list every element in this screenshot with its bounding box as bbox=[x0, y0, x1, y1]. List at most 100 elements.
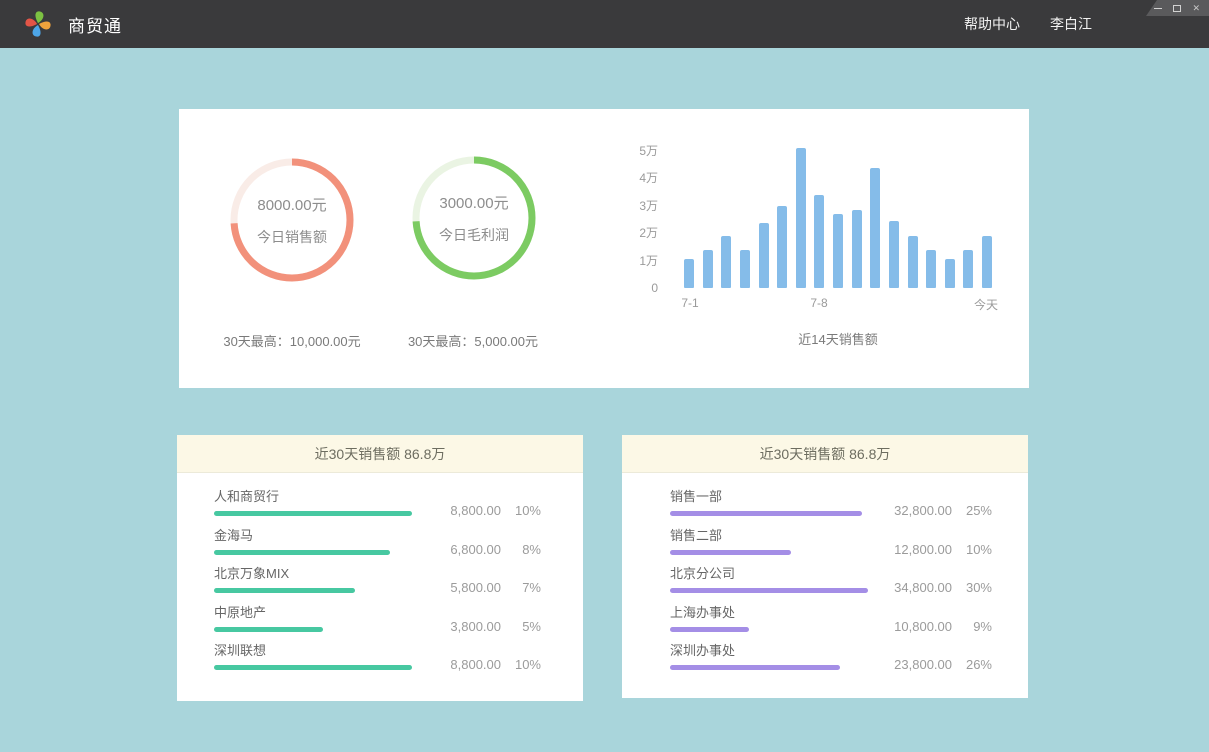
sales-bar-chart: 5万4万3万2万1万0 7-17-8今天 近14天销售额 bbox=[684, 147, 992, 288]
row-name: 上海办事处 bbox=[670, 606, 992, 620]
amount-value: 8,800.00 bbox=[429, 503, 501, 518]
percent-value: 8% bbox=[501, 542, 541, 557]
amount-value: 12,800.00 bbox=[880, 542, 952, 557]
minimize-icon[interactable] bbox=[1154, 8, 1162, 9]
y-tick: 1万 bbox=[624, 253, 658, 269]
row-name: 销售一部 bbox=[670, 490, 992, 504]
close-icon[interactable]: ✕ bbox=[1192, 4, 1200, 13]
percent-value: 9% bbox=[952, 619, 992, 634]
list-item: 中原地产3,800.005% bbox=[214, 606, 541, 645]
progress-bar bbox=[214, 511, 412, 516]
bar bbox=[796, 148, 806, 288]
progress-bar bbox=[670, 550, 791, 555]
today-profit-value: 3000.00元 bbox=[439, 192, 508, 213]
percent-value: 7% bbox=[501, 580, 541, 595]
bar bbox=[684, 259, 694, 288]
panel-title: 近30天销售额 86.8万 bbox=[177, 435, 583, 473]
panel-body: 人和商贸行8,800.0010%金海马6,800.008%北京万象MIX5,80… bbox=[177, 473, 583, 683]
bar bbox=[814, 195, 824, 289]
list-item: 销售一部32,800.0025% bbox=[670, 490, 992, 529]
bar bbox=[740, 250, 750, 289]
chart-title: 近14天销售额 bbox=[684, 329, 992, 348]
amount-value: 3,800.00 bbox=[429, 619, 501, 634]
today-profit-donut: 3000.00元 今日毛利润 bbox=[412, 156, 536, 280]
y-axis: 5万4万3万2万1万0 bbox=[624, 147, 670, 288]
bar bbox=[759, 223, 769, 288]
amount-value: 32,800.00 bbox=[880, 503, 952, 518]
list-item: 深圳办事处23,800.0026% bbox=[670, 644, 992, 683]
bar bbox=[908, 236, 918, 288]
progress-bar bbox=[670, 511, 862, 516]
bar bbox=[777, 206, 787, 289]
progress-bar bbox=[670, 588, 868, 593]
row-name: 金海马 bbox=[214, 529, 541, 543]
progress-bar bbox=[214, 588, 355, 593]
list-item: 人和商贸行8,800.0010% bbox=[214, 490, 541, 529]
percent-value: 25% bbox=[952, 503, 992, 518]
list-item: 北京万象MIX5,800.007% bbox=[214, 567, 541, 606]
row-name: 销售二部 bbox=[670, 529, 992, 543]
amount-value: 6,800.00 bbox=[429, 542, 501, 557]
x-tick: 今天 bbox=[974, 296, 998, 313]
bar bbox=[889, 221, 899, 288]
percent-value: 10% bbox=[501, 503, 541, 518]
list-item: 销售二部12,800.0010% bbox=[670, 529, 992, 568]
profit-30day-max: 30天最高：5,000.00元 bbox=[353, 331, 593, 350]
percent-value: 26% bbox=[952, 657, 992, 672]
list-item: 深圳联想8,800.0010% bbox=[214, 644, 541, 683]
bar bbox=[982, 236, 992, 288]
panel-body: 销售一部32,800.0025%销售二部12,800.0010%北京分公司34,… bbox=[622, 473, 1028, 683]
user-name-link[interactable]: 李白江 bbox=[1050, 14, 1092, 34]
amount-value: 10,800.00 bbox=[880, 619, 952, 634]
customers-sales-panel: 近30天销售额 86.8万 人和商贸行8,800.0010%金海马6,800.0… bbox=[177, 435, 583, 701]
x-tick: 7-1 bbox=[681, 296, 698, 310]
bar bbox=[721, 236, 731, 288]
row-name: 北京分公司 bbox=[670, 567, 992, 581]
bar bbox=[963, 250, 973, 289]
y-tick: 0 bbox=[624, 280, 658, 296]
bar-chart-plot bbox=[684, 147, 992, 288]
bar bbox=[833, 214, 843, 288]
today-sales-label: 今日销售额 bbox=[257, 227, 327, 247]
today-profit-label: 今日毛利润 bbox=[439, 225, 509, 245]
bar bbox=[852, 210, 862, 288]
row-name: 中原地产 bbox=[214, 606, 541, 620]
y-tick: 4万 bbox=[624, 170, 658, 186]
progress-bar bbox=[214, 550, 390, 555]
today-sales-donut: 8000.00元 今日销售额 bbox=[230, 158, 354, 282]
amount-value: 34,800.00 bbox=[880, 580, 952, 595]
amount-value: 23,800.00 bbox=[880, 657, 952, 672]
list-item: 金海马6,800.008% bbox=[214, 529, 541, 568]
bar bbox=[926, 250, 936, 289]
progress-bar bbox=[214, 627, 323, 632]
percent-value: 30% bbox=[952, 580, 992, 595]
row-name: 深圳联想 bbox=[214, 644, 541, 658]
y-tick: 2万 bbox=[624, 225, 658, 241]
summary-card: 8000.00元 今日销售额 3000.00元 今日毛利润 30天最高：10,0… bbox=[179, 109, 1029, 388]
bar bbox=[945, 259, 955, 288]
list-item: 上海办事处10,800.009% bbox=[670, 606, 992, 645]
x-tick: 7-8 bbox=[810, 296, 827, 310]
panel-title: 近30天销售额 86.8万 bbox=[622, 435, 1028, 473]
progress-bar bbox=[214, 665, 412, 670]
x-axis: 7-17-8今天 bbox=[684, 296, 992, 312]
list-item: 北京分公司34,800.0030% bbox=[670, 567, 992, 606]
row-name: 北京万象MIX bbox=[214, 567, 541, 581]
amount-value: 8,800.00 bbox=[429, 657, 501, 672]
progress-bar bbox=[670, 665, 840, 670]
progress-bar bbox=[670, 627, 749, 632]
pinwheel-logo-icon bbox=[22, 8, 54, 40]
y-tick: 3万 bbox=[624, 198, 658, 214]
percent-value: 10% bbox=[501, 657, 541, 672]
app-title: 商贸通 bbox=[68, 12, 122, 37]
amount-value: 5,800.00 bbox=[429, 580, 501, 595]
bar bbox=[870, 168, 880, 288]
row-name: 人和商贸行 bbox=[214, 490, 541, 504]
help-center-link[interactable]: 帮助中心 bbox=[964, 14, 1020, 34]
bar bbox=[703, 250, 713, 289]
title-bar: 商贸通 帮助中心 李白江 bbox=[0, 0, 1209, 48]
y-tick: 5万 bbox=[624, 143, 658, 159]
today-sales-value: 8000.00元 bbox=[257, 194, 326, 215]
percent-value: 5% bbox=[501, 619, 541, 634]
maximize-icon[interactable] bbox=[1173, 5, 1181, 12]
